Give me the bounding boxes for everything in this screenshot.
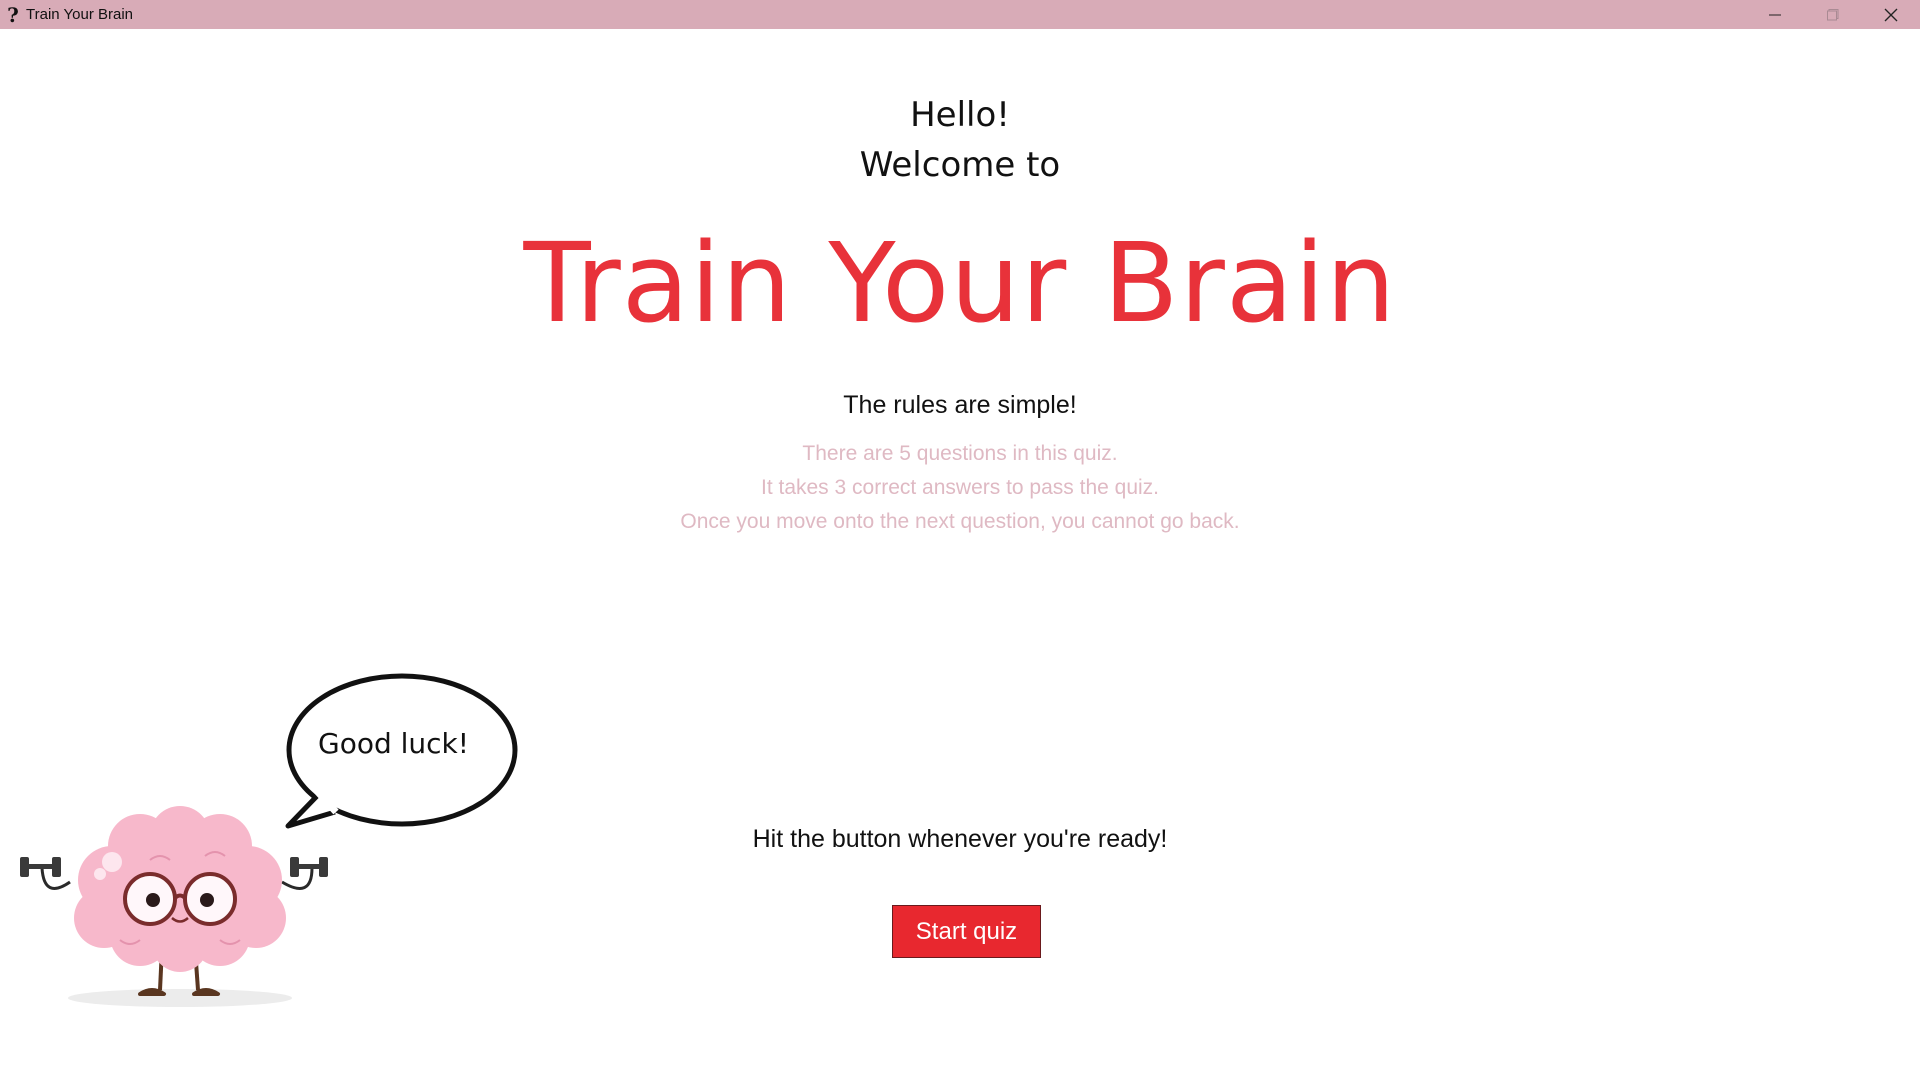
start-quiz-button[interactable]: Start quiz — [892, 905, 1041, 958]
right-dumbbell-icon — [290, 857, 328, 877]
window-title: Train Your Brain — [26, 6, 134, 23]
title-bar[interactable]: ? Train Your Brain — [0, 0, 1920, 29]
rules-list: There are 5 questions in this quiz. It t… — [0, 437, 1920, 539]
right-foot — [192, 988, 220, 996]
rule-item: It takes 3 correct answers to pass the q… — [760, 476, 1159, 499]
speech-bubble-text: Good luck! — [318, 727, 469, 760]
question-mark-icon: ? — [7, 2, 19, 27]
welcome-text: Welcome to — [859, 145, 1061, 185]
rule-item: There are 5 questions in this quiz. — [802, 442, 1118, 465]
rules-heading: The rules are simple! — [843, 391, 1077, 419]
minimize-button[interactable] — [1746, 0, 1804, 29]
brand-title: Train Your Brain — [523, 219, 1397, 347]
close-icon — [1884, 8, 1898, 21]
hello-text: Hello! — [910, 95, 1010, 135]
rule-item: Once you move onto the next question, yo… — [680, 510, 1240, 533]
minimize-icon — [1769, 14, 1781, 15]
close-button[interactable] — [1862, 0, 1920, 29]
maximize-button[interactable] — [1804, 0, 1862, 29]
app-window: ? Train Your Brain Hello! Welcome to Tra… — [0, 0, 1920, 1080]
window-controls — [1746, 0, 1920, 29]
maximize-icon — [1827, 8, 1839, 20]
greeting: Hello! Welcome to — [0, 90, 1920, 190]
mascot-shadow — [68, 989, 292, 1007]
left-foot — [138, 988, 166, 996]
left-dumbbell-icon — [20, 857, 61, 877]
ready-prompt: Hit the button whenever you're ready! — [752, 825, 1168, 853]
